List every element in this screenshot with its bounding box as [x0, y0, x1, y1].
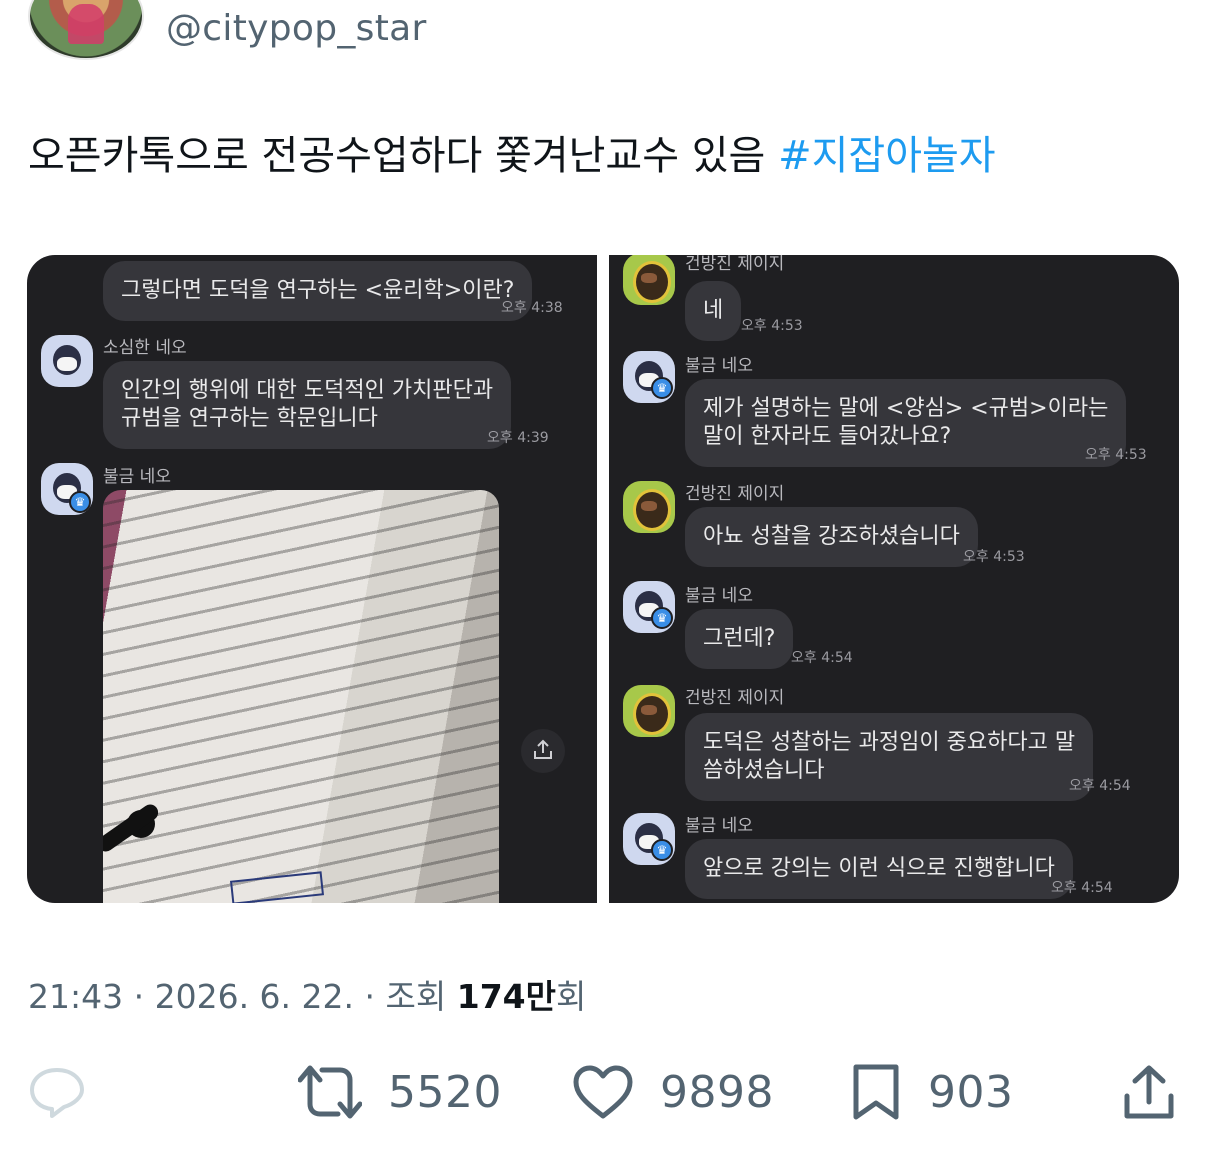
- tweet-text: 오픈카톡으로 전공수업하다 쫓겨난교수 있음 #지잡아놀자: [28, 130, 996, 182]
- sender-name: 불금 네오: [685, 586, 753, 606]
- views-label: 조회: [385, 977, 447, 1016]
- bubble-line: 도덕은 성찰하는 과정임이 중요하다고 말: [703, 730, 1076, 755]
- share-button[interactable]: [1122, 1062, 1176, 1122]
- tweet-meta: 21:43 · 2026. 6. 22. · 조회 174만회: [28, 970, 586, 1018]
- chat-time: 오후 4:53: [963, 549, 1025, 565]
- chat-screenshot-left[interactable]: 그렇다면 도덕을 연구하는 <윤리학>이란? 오후 4:38 소심한 네오 인간…: [27, 255, 597, 903]
- heart-icon: [573, 1065, 633, 1119]
- bubble-line: 말이 한자라도 들어갔나요?: [703, 424, 952, 449]
- sender-name: 불금 네오: [103, 467, 171, 487]
- meta-separator: ·: [133, 977, 155, 1016]
- bubble-line: 규범을 연구하는 학문입니다: [121, 406, 378, 431]
- tweet-body: 오픈카톡으로 전공수업하다 쫓겨난교수 있음: [28, 133, 766, 179]
- tweet-time[interactable]: 21:43: [28, 977, 123, 1016]
- reply-icon: [30, 1068, 84, 1118]
- share-icon: [1124, 1065, 1174, 1119]
- hashtag-link[interactable]: #지잡아놀자: [778, 133, 996, 179]
- meta-separator: ·: [364, 977, 386, 1016]
- bookmark-count: 903: [928, 1066, 1014, 1118]
- chat-bubble: 도덕은 성찰하는 과정임이 중요하다고 말 씀하셨습니다: [685, 713, 1094, 801]
- chat-time: 오후 4:53: [1085, 447, 1147, 463]
- retweet-count: 5520: [388, 1066, 502, 1118]
- bubble-line: 씀하셨습니다: [703, 758, 825, 783]
- views-count: 174만: [456, 977, 556, 1016]
- crown-badge-icon: ♛: [651, 839, 673, 861]
- chat-bubble: 그렇다면 도덕을 연구하는 <윤리학>이란?: [103, 261, 533, 321]
- chat-time: 오후 4:53: [741, 318, 803, 334]
- views-suffix: 회: [555, 977, 587, 1016]
- chat-bubble: 네: [685, 281, 742, 341]
- avatar-geonbangjin-jayg: [623, 481, 675, 533]
- bookmark-button[interactable]: 903: [850, 1062, 1013, 1122]
- chat-bubble: 인간의 행위에 대한 도덕적인 가치판단과 규범을 연구하는 학문입니다: [103, 361, 512, 449]
- bubble-line: 제가 설명하는 말에 <양심> <규범>이라는: [703, 396, 1109, 421]
- bookmark-icon: [853, 1064, 899, 1120]
- avatar-geonbangjin-jayg: [623, 685, 675, 737]
- avatar-geonbangjin-jayg: [623, 255, 675, 305]
- chat-bubble: 아뇨 성찰을 강조하셨습니다: [685, 507, 978, 567]
- retweet-button[interactable]: 5520: [298, 1062, 502, 1122]
- user-handle[interactable]: @citypop_star: [166, 8, 427, 49]
- like-count: 9898: [660, 1066, 774, 1118]
- crown-badge-icon: ♛: [651, 377, 673, 399]
- avatar-sosimhan-neo: [41, 335, 93, 387]
- sender-name: 건방진 제이지: [685, 255, 785, 274]
- sender-name: 건방진 제이지: [685, 688, 785, 708]
- sender-name: 불금 네오: [685, 356, 753, 376]
- sender-name: 소심한 네오: [103, 338, 187, 358]
- chat-time: 오후 4:38: [501, 300, 563, 316]
- like-button[interactable]: 9898: [572, 1062, 774, 1122]
- tweet-media[interactable]: 그렇다면 도덕을 연구하는 <윤리학>이란? 오후 4:38 소심한 네오 인간…: [27, 255, 1179, 903]
- chat-bubble: 그런데?: [685, 609, 794, 669]
- chat-bubble: 앞으로 강의는 이런 식으로 진행합니다: [685, 839, 1073, 899]
- sender-name: 건방진 제이지: [685, 484, 785, 504]
- chat-bubble: 제가 설명하는 말에 <양심> <규범>이라는 말이 한자라도 들어갔나요?: [685, 379, 1127, 467]
- chat-time: 오후 4:39: [487, 430, 549, 446]
- crown-badge-icon: ♛: [651, 607, 673, 629]
- user-avatar[interactable]: [28, 0, 144, 60]
- sender-name: 불금 네오: [685, 816, 753, 836]
- book-text-lines: [103, 490, 499, 903]
- crown-badge-icon: ♛: [69, 491, 91, 513]
- book-photo: [103, 490, 499, 903]
- share-icon[interactable]: [521, 729, 565, 773]
- chat-screenshot-right[interactable]: 건방진 제이지 네 오후 4:53 ♛ 불금 네오 제가 설명하는 말에 <양심…: [609, 255, 1179, 903]
- avatar-figure: [68, 4, 104, 44]
- chat-time: 오후 4:54: [791, 650, 853, 666]
- bubble-line: 인간의 행위에 대한 도덕적인 가치판단과: [121, 378, 494, 403]
- chat-time: 오후 4:54: [1069, 778, 1131, 794]
- retweet-icon: [298, 1065, 362, 1119]
- chat-time: 오후 4:54: [1051, 880, 1113, 896]
- reply-button[interactable]: [28, 1062, 86, 1122]
- tweet-date[interactable]: 2026. 6. 22.: [155, 977, 354, 1016]
